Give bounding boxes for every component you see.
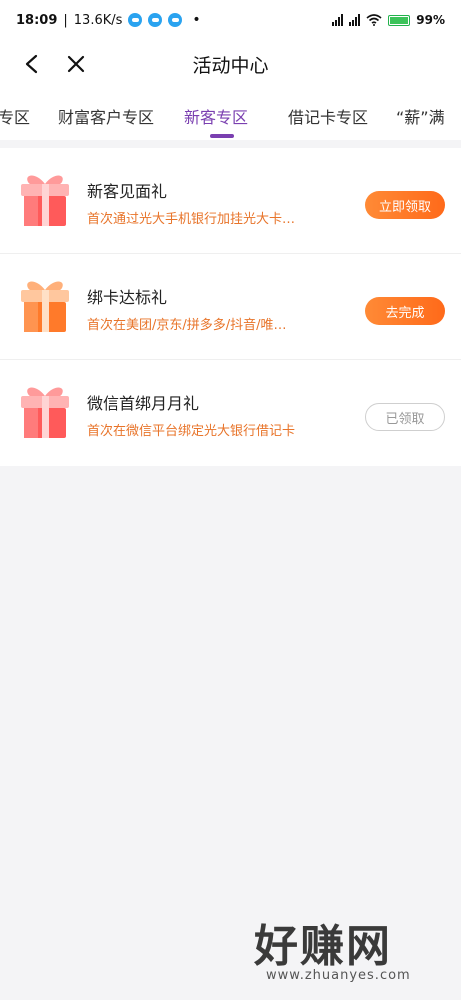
message-app-icon [148,13,163,27]
watermark-logo-text: 好赚网 [254,921,392,972]
message-app-icon [168,13,183,27]
message-app-icon [128,13,143,27]
tab-wealth-customer[interactable]: 财富客户专区 [58,104,154,128]
chevron-left-icon [25,54,38,74]
claim-now-button[interactable]: 立即领取 [365,191,445,219]
close-button[interactable] [60,48,92,80]
battery-level: 99% [416,13,445,27]
list-item: 绑卡达标礼 首次在美团/京东/拼多多/抖音/唯… 去完成 [0,254,461,360]
claimed-button[interactable]: 已领取 [365,403,445,431]
activity-list: 新客见面礼 首次通过光大手机银行加挂光大卡… 立即领取 绑卡达标礼 首次在美团/… [0,148,461,466]
wifi-icon [366,14,382,26]
tab-partial-left[interactable]: 专区 [0,104,30,128]
tab-new-customer[interactable]: 新客专区 [184,104,248,128]
activity-title: 绑卡达标礼 [87,288,168,307]
tab-salary[interactable]: “薪”满 [396,104,445,128]
list-item: 微信首绑月月礼 首次在微信平台绑定光大银行借记卡 已领取 [0,360,461,466]
go-complete-button[interactable]: 去完成 [365,297,445,325]
signal-icon [349,14,361,26]
activity-desc: 首次通过光大手机银行加挂光大卡… [87,212,296,227]
tab-bar: 专区 财富客户专区 新客专区 借记卡专区 “薪”满 [0,88,461,140]
status-bullet: • [192,12,201,28]
list-item: 新客见面礼 首次通过光大手机银行加挂光大卡… 立即领取 [0,148,461,254]
activity-title: 新客见面礼 [87,182,168,201]
close-icon [67,55,85,73]
net-speed: 13.6K/s [73,12,123,28]
activity-title: 微信首绑月月礼 [87,394,200,413]
battery-icon [388,14,411,26]
status-bar: 18:09 | 13.6K/s • 99% [0,0,461,40]
status-separator: | [63,12,68,28]
watermark: 好赚网 www.zhuanyes.com [246,910,446,994]
gift-box-icon [21,281,69,332]
header-bar: 活动中心 [0,40,461,88]
gift-box-icon [21,175,69,226]
status-time: 18:09 [16,12,58,28]
back-button[interactable] [16,48,48,80]
signal-icon [332,14,344,26]
gift-box-icon [21,387,69,438]
tab-debit-card[interactable]: 借记卡专区 [288,104,368,128]
activity-desc: 首次在微信平台绑定光大银行借记卡 [87,424,296,439]
activity-desc: 首次在美团/京东/拼多多/抖音/唯… [87,318,287,333]
watermark-url: www.zhuanyes.com [266,968,411,983]
active-tab-indicator [210,134,234,138]
